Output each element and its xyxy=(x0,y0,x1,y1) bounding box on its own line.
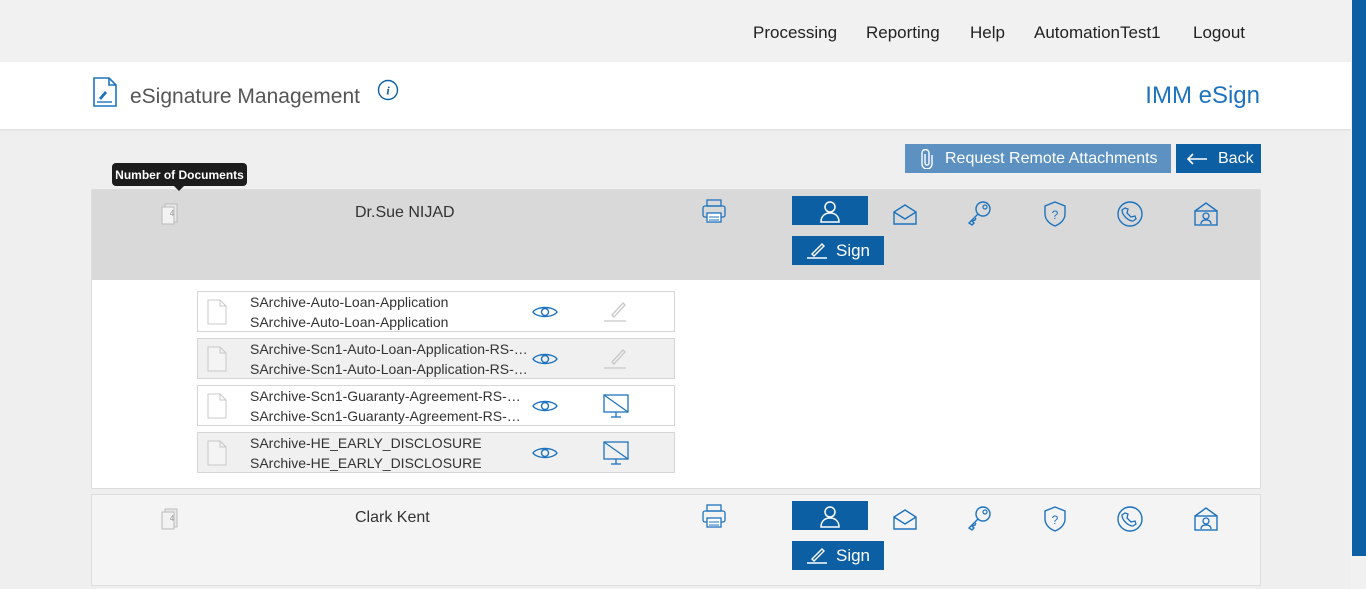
pen-icon xyxy=(806,242,828,260)
view-eye-icon[interactable] xyxy=(532,445,558,466)
document-name: SArchive-Auto-Loan-Application xyxy=(250,294,449,310)
printer-icon[interactable] xyxy=(701,198,727,229)
svg-text:?: ? xyxy=(1052,208,1059,222)
scrollbar-thumb[interactable] xyxy=(1352,0,1366,556)
pen-icon xyxy=(806,547,828,565)
request-remote-attachments-button[interactable]: Request Remote Attachments xyxy=(905,144,1171,173)
svg-text:4: 4 xyxy=(170,209,175,218)
sign-button[interactable]: Sign xyxy=(792,236,884,265)
document-name-secondary: SArchive-HE_EARLY_DISCLOSURE xyxy=(250,455,482,471)
printer-icon[interactable] xyxy=(701,503,727,534)
view-eye-icon[interactable] xyxy=(532,304,558,325)
signer-name: Clark Kent xyxy=(355,509,430,526)
document-name-secondary: SArchive-Auto-Loan-Application xyxy=(250,314,449,330)
identity-verification-icon[interactable] xyxy=(1192,505,1220,538)
signer-name: Dr.Sue NIJAD xyxy=(355,204,455,221)
file-icon xyxy=(206,345,228,378)
svg-text:i: i xyxy=(386,84,390,98)
document-name: SArchive-Scn1-Guaranty-Agreement-RS-AF..… xyxy=(250,388,530,404)
auth-user-button[interactable] xyxy=(792,196,868,225)
nav-user[interactable]: AutomationTest1 xyxy=(1034,23,1161,43)
page-title: eSignature Management xyxy=(130,85,360,108)
monitor-icon[interactable] xyxy=(602,439,630,472)
document-row: SArchive-Scn1-Guaranty-Agreement-RS-AF..… xyxy=(197,385,675,426)
view-eye-icon[interactable] xyxy=(532,398,558,419)
back-label: Back xyxy=(1218,149,1254,167)
signer-header: 4 Dr.Sue NIJAD ? Sign xyxy=(92,190,1260,280)
pen-icon[interactable] xyxy=(602,345,628,376)
arrow-left-icon xyxy=(1186,152,1208,165)
svg-text:4: 4 xyxy=(170,514,175,523)
nav-reporting[interactable]: Reporting xyxy=(866,23,940,43)
security-question-icon[interactable]: ? xyxy=(1042,200,1068,233)
document-row: SArchive-Auto-Loan-Application SArchive-… xyxy=(197,291,675,332)
security-question-icon[interactable]: ? xyxy=(1042,505,1068,538)
scrollbar[interactable] xyxy=(1351,0,1366,589)
document-name-secondary: SArchive-Scn1-Guaranty-Agreement-RS-AF..… xyxy=(250,408,530,424)
auth-user-button[interactable] xyxy=(792,501,868,530)
user-icon xyxy=(818,199,842,223)
view-eye-icon[interactable] xyxy=(532,351,558,372)
back-button[interactable]: Back xyxy=(1176,144,1261,173)
document-name: SArchive-Scn1-Auto-Loan-Application-RS-A… xyxy=(250,341,530,357)
monitor-icon[interactable] xyxy=(602,392,630,425)
key-icon[interactable] xyxy=(966,200,994,231)
sign-label: Sign xyxy=(835,545,871,565)
email-icon[interactable] xyxy=(892,202,918,231)
document-count-icon[interactable]: 4 xyxy=(160,200,182,231)
esign-document-icon xyxy=(92,76,118,113)
phone-icon[interactable] xyxy=(1116,505,1144,538)
document-row: SArchive-HE_EARLY_DISCLOSURE SArchive-HE… xyxy=(197,432,675,473)
file-icon xyxy=(206,439,228,472)
document-name: SArchive-HE_EARLY_DISCLOSURE xyxy=(250,435,482,451)
paperclip-icon xyxy=(921,148,933,169)
identity-verification-icon[interactable] xyxy=(1192,200,1220,233)
document-name-secondary: SArchive-Scn1-Auto-Loan-Application-RS-A… xyxy=(250,361,530,377)
pen-icon[interactable] xyxy=(602,298,628,329)
document-count-icon[interactable]: 4 xyxy=(160,505,182,536)
sign-label: Sign xyxy=(835,240,871,260)
page-header: eSignature Management i IMM eSign xyxy=(0,62,1351,129)
nav-help[interactable]: Help xyxy=(970,23,1005,43)
request-remote-attachments-label: Request Remote Attachments xyxy=(945,149,1158,167)
brand-name: IMM eSign xyxy=(1145,82,1260,109)
signer-header: 4 Clark Kent ? Sign xyxy=(92,495,1260,585)
phone-icon[interactable] xyxy=(1116,200,1144,233)
file-icon xyxy=(206,298,228,331)
document-row: SArchive-Scn1-Auto-Loan-Application-RS-A… xyxy=(197,338,675,379)
nav-processing[interactable]: Processing xyxy=(753,23,837,43)
file-icon xyxy=(206,392,228,425)
key-icon[interactable] xyxy=(966,505,994,536)
email-icon[interactable] xyxy=(892,507,918,536)
info-icon[interactable]: i xyxy=(377,79,399,106)
svg-text:?: ? xyxy=(1052,513,1059,527)
sign-button[interactable]: Sign xyxy=(792,541,884,570)
document-count-tooltip: Number of Documents xyxy=(112,163,247,191)
signer-card: 4 Dr.Sue NIJAD ? Sign SArchive-Auto-Loan… xyxy=(91,189,1261,489)
nav-logout[interactable]: Logout xyxy=(1193,23,1245,43)
user-icon xyxy=(818,504,842,528)
top-nav: Processing Reporting Help AutomationTest… xyxy=(0,0,1366,62)
signer-card: 4 Clark Kent ? Sign xyxy=(91,494,1261,586)
